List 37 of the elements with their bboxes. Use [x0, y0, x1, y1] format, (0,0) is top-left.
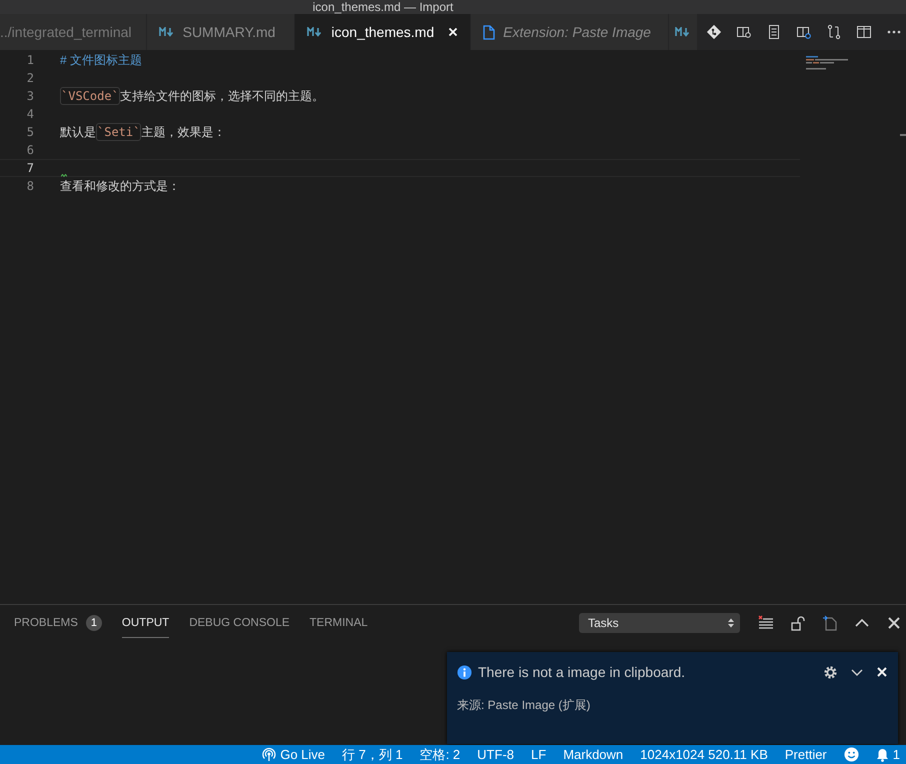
line-number: 4 [26, 107, 34, 121]
notifications-button[interactable]: 1 [876, 747, 900, 762]
panel-tab[interactable]: OUTPUT [122, 608, 170, 638]
editor-tab[interactable]: SUMMARY.md [146, 14, 296, 50]
status-item[interactable]: Prettier [784, 747, 827, 762]
line-number: 6 [26, 143, 34, 157]
status-item[interactable]: Markdown [563, 747, 624, 762]
editor-tab[interactable]: Extension: Paste Image [471, 14, 669, 50]
line-text: 支持给文件的图标，选择不同的主题。 [120, 88, 324, 104]
line-number: 5 [26, 125, 34, 139]
inline-code: `Seti` [96, 123, 142, 141]
editor-tab[interactable]: ../integrated_terminal [0, 14, 147, 50]
panel-tab[interactable]: PROBLEMS 1 [14, 608, 102, 638]
panel-tab[interactable]: TERMINAL [310, 608, 368, 638]
line-number: 7 [26, 161, 34, 175]
line-number: 3 [26, 89, 34, 103]
line-number: 2 [26, 71, 34, 85]
inline-code: `VSCode` [60, 87, 120, 105]
markdown-heading: # 文件图标主题 [60, 52, 142, 68]
status-item[interactable]: UTF-8 [477, 747, 514, 762]
status-item[interactable]: 1024x1024 520.11 KB [640, 747, 768, 762]
line-number: 8 [26, 179, 34, 193]
notification-source: 来源: Paste Image (扩展) [457, 697, 592, 714]
editor-tab[interactable]: icon_themes.md [295, 14, 472, 50]
window-title: icon_themes.md — Import [312, 0, 454, 14]
line-text: 主题，效果是： [141, 124, 226, 140]
count-badge: 1 [86, 614, 102, 630]
status-item[interactable]: LF [531, 747, 546, 762]
go-live-button[interactable]: Go Live [262, 747, 326, 762]
line-text: 查看和修改的方式是： [60, 178, 180, 194]
line-number: 1 [26, 53, 34, 67]
panel-tab[interactable]: DEBUG CONSOLE [189, 608, 290, 638]
status-item[interactable]: 行 7，列 1 [342, 746, 403, 764]
status-item[interactable]: 空格: 2 [420, 746, 460, 764]
line-text: 默认是 [60, 124, 96, 140]
notification-message: There is not a image in clipboard. [478, 664, 686, 680]
output-channel-select[interactable]: Tasks [579, 613, 740, 633]
